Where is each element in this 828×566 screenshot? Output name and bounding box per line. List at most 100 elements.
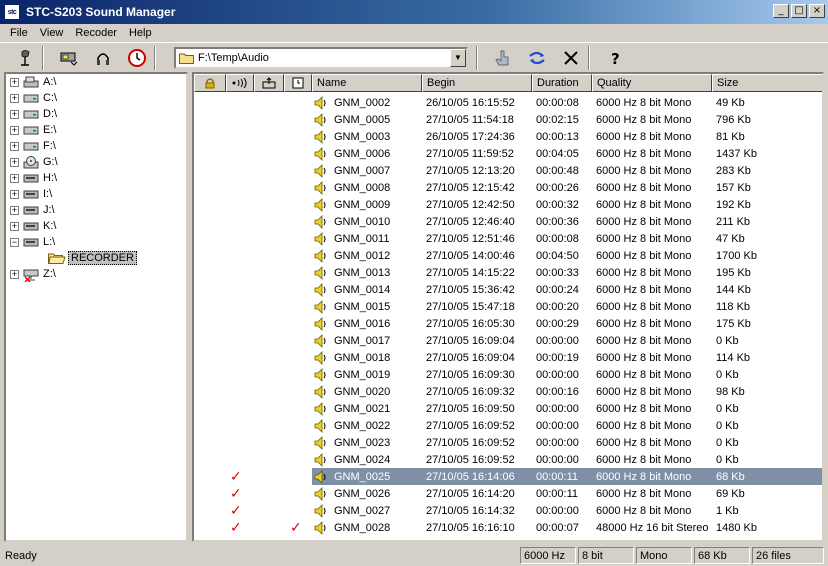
playback-button[interactable]	[90, 46, 116, 70]
table-row[interactable]: ✓ GNM_0027 27/10/05 16:14:32 00:00:00 6000 H…	[194, 502, 822, 519]
tree-item-drive[interactable]: + J:\	[6, 202, 186, 218]
tree-item-drive[interactable]: − L:\	[6, 234, 186, 250]
table-row[interactable]: GNM_0005 27/10/05 11:54:18 00:02:15 6000 Hz…	[194, 111, 822, 128]
file-begin: 26/10/05 17:24:36	[426, 130, 515, 143]
recorder-connect-button[interactable]	[12, 46, 38, 70]
tree-item-drive[interactable]: + H:\	[6, 170, 186, 186]
file-size: 157 Kb	[716, 181, 751, 194]
table-row[interactable]: GNM_0016 27/10/05 16:05:30 00:00:29 6000 Hz…	[194, 315, 822, 332]
tree-item-label: I:\	[43, 188, 53, 200]
tree-item-drive[interactable]: + A:\	[6, 74, 186, 90]
audio-file-icon	[314, 197, 328, 212]
table-row[interactable]: GNM_0008 27/10/05 12:15:42 00:00:26 6000 Hz…	[194, 179, 822, 196]
expand-icon[interactable]: +	[10, 157, 19, 167]
table-row[interactable]: GNM_0024 27/10/05 16:09:52 00:00:00 6000 Hz…	[194, 451, 822, 468]
audio-file-icon	[314, 231, 328, 246]
table-row[interactable]: GNM_0013 27/10/05 14:15:22 00:00:33 6000 Hz…	[194, 264, 822, 281]
table-row[interactable]: GNM_0015 27/10/05 15:47:18 00:00:20 6000 Hz…	[194, 298, 822, 315]
table-row[interactable]: GNM_0012 27/10/05 14:00:46 00:04:50 6000 Hz…	[194, 247, 822, 264]
table-row[interactable]: GNM_0022 27/10/05 16:09:52 00:00:00 6000 Hz…	[194, 417, 822, 434]
file-list[interactable]: Name Begin Duration Quality Size GNM_000…	[192, 72, 824, 542]
minimize-button[interactable]: _	[773, 4, 789, 18]
expand-icon[interactable]: +	[10, 109, 19, 119]
table-row[interactable]: GNM_0020 27/10/05 16:09:32 00:00:16 6000 Hz…	[194, 383, 822, 400]
table-row[interactable]: GNM_0006 27/10/05 11:59:52 00:04:05 6000 Hz…	[194, 145, 822, 162]
table-row[interactable]: GNM_0007 27/10/05 12:13:20 00:00:48 6000 Hz…	[194, 162, 822, 179]
tree-item-drive[interactable]: + K:\	[6, 218, 186, 234]
file-duration: 00:00:32	[536, 198, 579, 211]
table-row[interactable]: GNM_0018 27/10/05 16:09:04 00:00:19 6000 Hz…	[194, 349, 822, 366]
column-header-duration[interactable]: Duration	[532, 74, 592, 92]
clock-button[interactable]	[124, 46, 150, 70]
pointer-button[interactable]	[490, 46, 516, 70]
tree-item-drive[interactable]: + Z:\	[6, 266, 186, 283]
expand-icon[interactable]: +	[10, 221, 19, 231]
expand-icon[interactable]: +	[10, 269, 19, 279]
tree-item-drive[interactable]: + E:\	[6, 122, 186, 138]
clock-icon	[128, 48, 146, 67]
close-button[interactable]: ×	[809, 4, 825, 18]
tree-item-drive[interactable]: + F:\	[6, 138, 186, 154]
column-header-begin[interactable]: Begin	[422, 74, 532, 92]
table-row[interactable]: GNM_0011 27/10/05 12:51:46 00:00:08 6000 Hz…	[194, 230, 822, 247]
table-row[interactable]: GNM_0017 27/10/05 16:09:04 00:00:00 6000 Hz…	[194, 332, 822, 349]
refresh-button[interactable]	[524, 46, 550, 70]
file-duration: 00:04:05	[536, 147, 579, 160]
tree-item-label: RECORDER	[68, 251, 137, 265]
table-row[interactable]: GNM_0010 27/10/05 12:46:40 00:00:36 6000 Hz…	[194, 213, 822, 230]
status-size: 68 Kb	[694, 547, 750, 564]
column-header-played[interactable]	[226, 74, 254, 92]
tree-item-folder[interactable]: RECORDER	[6, 250, 186, 266]
column-header-quality[interactable]: Quality	[592, 74, 712, 92]
drive-tree[interactable]: + A:\ + C:\ + D:\ + E:\ + F:\ + G:\ + H:\ + I:\ + J:\ + K:\…	[4, 72, 188, 542]
menu-recoder[interactable]: Recoder	[69, 27, 123, 39]
file-name: GNM_0010	[334, 215, 391, 228]
table-row[interactable]: GNM_0009 27/10/05 12:42:50 00:00:32 6000 Hz…	[194, 196, 822, 213]
expand-icon[interactable]: +	[10, 173, 19, 183]
table-row[interactable]: ✓ GNM_0026 27/10/05 16:14:20 00:00:11 6000 H…	[194, 485, 822, 502]
expand-icon[interactable]: +	[10, 205, 19, 215]
app-icon[interactable]: stc	[4, 4, 20, 20]
delete-button[interactable]	[558, 46, 584, 70]
menu-file[interactable]: File	[0, 27, 34, 39]
file-quality: 6000 Hz 8 bit Mono	[596, 419, 692, 432]
table-row[interactable]: GNM_0002 26/10/05 16:15:52 00:00:08 6000 Hz…	[194, 94, 822, 111]
menu-help[interactable]: Help	[123, 27, 158, 39]
collapse-icon[interactable]: −	[10, 237, 19, 247]
help-button[interactable]: ?	[602, 46, 628, 70]
column-header-size[interactable]: Size	[712, 74, 822, 92]
tree-item-drive[interactable]: + G:\	[6, 154, 186, 170]
column-header-export[interactable]	[254, 74, 284, 92]
download-button[interactable]	[56, 46, 82, 70]
file-begin: 27/10/05 16:09:04	[426, 334, 515, 347]
expand-icon[interactable]: +	[10, 93, 19, 103]
chevron-down-icon[interactable]: ▼	[450, 48, 466, 67]
table-row[interactable]: GNM_0014 27/10/05 15:36:42 00:00:24 6000 Hz…	[194, 281, 822, 298]
status-bar: Ready 6000 Hz 8 bit Mono 68 Kb 26 files	[0, 545, 828, 566]
tree-item-drive[interactable]: + D:\	[6, 106, 186, 122]
file-name: GNM_0020	[334, 385, 391, 398]
table-row[interactable]: GNM_0003 26/10/05 17:24:36 00:00:13 6000 Hz…	[194, 128, 822, 145]
column-header-name[interactable]: Name	[312, 74, 422, 92]
menu-view[interactable]: View	[34, 27, 70, 39]
path-combobox[interactable]: F:\Temp\Audio ▼	[174, 46, 468, 69]
pointer-hand-icon	[495, 50, 509, 65]
expand-icon[interactable]: +	[10, 77, 19, 87]
table-row[interactable]: ✓ ✓ GNM_0028 27/10/05 16:16:10 00:00:07 48000…	[194, 519, 822, 536]
table-row[interactable]: GNM_0021 27/10/05 16:09:50 00:00:00 6000 Hz…	[194, 400, 822, 417]
maximize-button[interactable]: □	[791, 4, 807, 18]
expand-icon[interactable]: +	[10, 141, 19, 151]
column-header-scheduled[interactable]	[284, 74, 312, 92]
column-header-lock[interactable]	[194, 74, 226, 92]
file-name: GNM_0007	[334, 164, 391, 177]
tree-item-drive[interactable]: + I:\	[6, 186, 186, 202]
expand-icon[interactable]: +	[10, 125, 19, 135]
table-row[interactable]: ✓ GNM_0025 27/10/05 16:14:06 00:00:11 6000 H…	[194, 468, 822, 485]
tree-item-drive[interactable]: + C:\	[6, 90, 186, 106]
audio-file-icon	[314, 112, 328, 127]
tree-item-label: F:\	[43, 140, 56, 152]
file-size: 118 Kb	[716, 300, 751, 313]
table-row[interactable]: GNM_0019 27/10/05 16:09:30 00:00:00 6000 Hz…	[194, 366, 822, 383]
table-row[interactable]: GNM_0023 27/10/05 16:09:52 00:00:00 6000 Hz…	[194, 434, 822, 451]
expand-icon[interactable]: +	[10, 189, 19, 199]
